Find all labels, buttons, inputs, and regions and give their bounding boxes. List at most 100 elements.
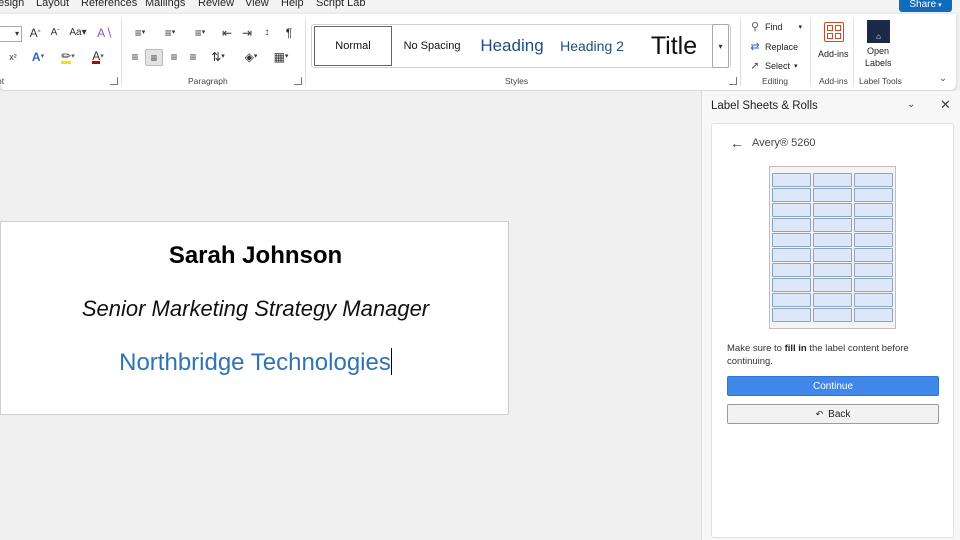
style-title[interactable]: Title bbox=[634, 25, 714, 67]
sheet-label-cell bbox=[772, 218, 811, 232]
sheet-label-cell bbox=[813, 233, 852, 247]
styles-gallery: Normal No Spacing Heading Heading 2 Titl… bbox=[311, 24, 731, 68]
justify-icon[interactable]: ≡ bbox=[185, 49, 201, 65]
find-button[interactable]: ⚲ Find ▾ bbox=[749, 20, 802, 33]
label-sheet-preview bbox=[769, 166, 896, 329]
highlight-icon[interactable]: ✏ ▾ bbox=[57, 50, 79, 64]
separator bbox=[121, 18, 122, 86]
continue-button[interactable]: Continue bbox=[727, 376, 939, 396]
show-marks-icon[interactable]: ¶ bbox=[282, 26, 296, 40]
select-button[interactable]: ➚ Select ▾ bbox=[749, 59, 797, 72]
separator bbox=[810, 18, 811, 86]
label-content-area[interactable]: Sarah Johnson Senior Marketing Strategy … bbox=[0, 221, 509, 415]
superscript-icon[interactable]: x² bbox=[6, 50, 20, 64]
numbering-icon[interactable]: ≡ ▾ bbox=[158, 26, 182, 40]
sheet-label-cell bbox=[813, 293, 852, 307]
sheet-label-cell bbox=[813, 248, 852, 262]
font-group-label: nt bbox=[0, 76, 5, 86]
chevron-down-icon: ▾ bbox=[938, 1, 942, 9]
sheet-label-cell bbox=[854, 293, 893, 307]
add-ins-button[interactable]: Add-ins bbox=[815, 18, 855, 72]
multilevel-list-icon[interactable]: ≡ ▾ bbox=[188, 26, 212, 40]
chevron-down-icon[interactable]: ⌄ bbox=[907, 99, 915, 110]
style-normal[interactable]: Normal bbox=[314, 26, 392, 66]
style-heading-1[interactable]: Heading bbox=[472, 25, 552, 67]
sheet-label-cell bbox=[772, 233, 811, 247]
back-label: Back bbox=[828, 408, 851, 420]
align-center-icon[interactable]: ≡ bbox=[145, 49, 163, 66]
line-spacing-icon[interactable]: ⇅ ▾ bbox=[206, 49, 230, 65]
decrease-indent-icon[interactable]: ⇤ bbox=[220, 26, 234, 40]
label-name-text[interactable]: Sarah Johnson bbox=[1, 242, 510, 270]
share-label: Share bbox=[909, 0, 937, 10]
separator bbox=[305, 18, 306, 86]
pane-content: ← Avery® 5260 Make sure to fill in the l… bbox=[711, 123, 954, 538]
labels-app-icon: ⌂ bbox=[867, 20, 890, 43]
menu-help[interactable]: Help bbox=[281, 0, 304, 9]
menu-view[interactable]: View bbox=[245, 0, 269, 9]
share-button[interactable]: Share ▾ bbox=[899, 0, 952, 12]
open-labels-line1: Open bbox=[867, 46, 890, 56]
font-dialog-launcher-icon[interactable] bbox=[110, 77, 118, 85]
font-color-icon[interactable]: A ▾ bbox=[87, 50, 109, 64]
menu-script-lab[interactable]: Script Lab bbox=[316, 0, 366, 9]
menu-layout[interactable]: Layout bbox=[36, 0, 69, 9]
label-tools-group-label: Label Tools bbox=[859, 76, 902, 86]
menu-review[interactable]: Review bbox=[198, 0, 234, 9]
separator bbox=[853, 18, 854, 86]
align-left-icon[interactable]: ≡ bbox=[127, 49, 143, 65]
find-label: Find bbox=[765, 21, 783, 32]
borders-icon[interactable]: ▦ ▾ bbox=[269, 49, 293, 65]
shrink-font-icon[interactable]: Aˇ bbox=[48, 26, 62, 40]
sheet-label-cell bbox=[854, 233, 893, 247]
search-icon: ⚲ bbox=[750, 21, 760, 33]
sheet-label-cell bbox=[813, 188, 852, 202]
sheet-label-cell bbox=[813, 263, 852, 277]
sheet-label-cell bbox=[854, 203, 893, 217]
instruction-pre: Make sure to bbox=[727, 343, 785, 354]
sheet-label-cell bbox=[854, 278, 893, 292]
chevron-down-icon: ▾ bbox=[718, 41, 723, 51]
change-case-icon[interactable]: Aa▾ bbox=[67, 26, 89, 40]
text-effects-icon[interactable]: A ▾ bbox=[27, 50, 49, 64]
back-button[interactable]: ↶ Back bbox=[727, 404, 939, 424]
bullets-icon[interactable]: ≡ ▾ bbox=[128, 26, 152, 40]
sheet-label-cell bbox=[813, 308, 852, 322]
label-company-text[interactable]: Northbridge Technologies bbox=[119, 349, 391, 376]
style-no-spacing[interactable]: No Spacing bbox=[396, 25, 468, 67]
grow-font-icon[interactable]: A ^ bbox=[28, 26, 42, 40]
open-labels-button[interactable]: ⌂ Open Labels bbox=[860, 18, 898, 72]
menu-mailings[interactable]: Mailings bbox=[145, 0, 185, 9]
close-icon[interactable]: ✕ bbox=[940, 97, 951, 113]
style-heading-2[interactable]: Heading 2 bbox=[556, 25, 628, 67]
menu-design[interactable]: esign bbox=[0, 0, 24, 9]
sheet-label-cell bbox=[772, 308, 811, 322]
add-ins-label: Add-ins bbox=[818, 49, 849, 59]
sheet-label-cell bbox=[772, 278, 811, 292]
replace-button[interactable]: ⇄ Replace bbox=[749, 40, 798, 53]
label-company-line[interactable]: Northbridge Technologies bbox=[1, 348, 510, 377]
menu-references[interactable]: References bbox=[81, 0, 137, 9]
sheet-label-cell bbox=[772, 293, 811, 307]
cursor-icon: ➚ bbox=[750, 60, 760, 72]
label-sheets-pane: Label Sheets & Rolls ⌄ ✕ ← Avery® 5260 M… bbox=[701, 91, 960, 540]
back-arrow-icon[interactable]: ← bbox=[730, 135, 744, 151]
sheet-label-cell bbox=[813, 203, 852, 217]
clear-formatting-icon[interactable]: A∖ bbox=[97, 26, 113, 40]
sheet-label-cell bbox=[813, 218, 852, 232]
sort-icon[interactable]: ↕ bbox=[260, 26, 274, 40]
label-title-text[interactable]: Senior Marketing Strategy Manager bbox=[1, 296, 510, 322]
sheet-label-cell bbox=[813, 173, 852, 187]
sheet-label-cell bbox=[772, 263, 811, 277]
align-right-icon[interactable]: ≡ bbox=[166, 49, 182, 65]
paragraph-dialog-launcher-icon[interactable] bbox=[294, 77, 302, 85]
sheet-label-cell bbox=[772, 188, 811, 202]
increase-indent-icon[interactable]: ⇥ bbox=[240, 26, 254, 40]
instruction-bold: fill in bbox=[784, 343, 807, 354]
sheet-label-cell bbox=[772, 173, 811, 187]
font-size-dropdown[interactable]: ▾ bbox=[0, 26, 22, 42]
shading-icon[interactable]: ◈ ▾ bbox=[239, 49, 263, 65]
collapse-ribbon-icon[interactable]: ⌄ bbox=[936, 72, 950, 84]
styles-dialog-launcher-icon[interactable] bbox=[729, 77, 737, 85]
styles-more-button[interactable]: ▾ bbox=[712, 24, 729, 68]
